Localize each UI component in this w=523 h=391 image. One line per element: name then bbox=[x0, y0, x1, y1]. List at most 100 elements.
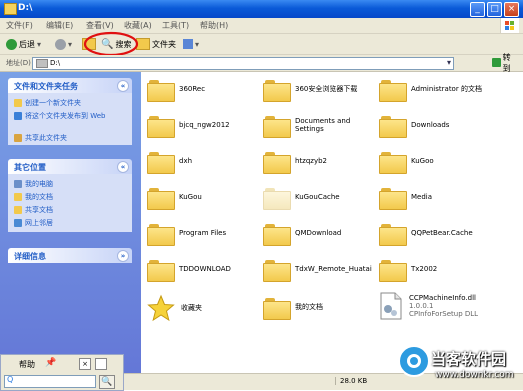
windows-logo-icon bbox=[500, 18, 519, 33]
file-tasks-panel: 创建一个新文件夹 将这个文件夹发布到 Web 共享此文件夹 bbox=[8, 93, 132, 145]
file-item[interactable]: 360安全浏览器下载 bbox=[263, 78, 357, 102]
address-bar: 地址(D) D:\ ▾ 转到 bbox=[0, 53, 523, 73]
help-search-input[interactable]: Q bbox=[4, 375, 96, 388]
place-my-computer[interactable]: 我的电脑 bbox=[14, 180, 53, 188]
dll-file-icon bbox=[380, 292, 402, 320]
go-button[interactable]: 转到 bbox=[492, 53, 518, 73]
file-item[interactable]: 收藏夹 bbox=[147, 294, 202, 322]
close-icon[interactable]: × bbox=[79, 358, 91, 370]
toolbar: 后退 ▾ ▾ 🔍 搜索 文件夹 ▾ bbox=[0, 31, 523, 57]
menu-tools[interactable]: 工具(T) bbox=[162, 20, 189, 31]
place-network[interactable]: 网上邻居 bbox=[14, 219, 53, 227]
file-item[interactable]: Documents and Settings bbox=[263, 114, 355, 138]
other-places-header[interactable]: 其它位置 « bbox=[8, 159, 132, 174]
folder-icon bbox=[379, 150, 407, 174]
help-window: 帮助 📌 × Q 🔍 bbox=[0, 354, 124, 391]
folder-icon bbox=[263, 296, 291, 320]
file-item[interactable]: Program Files bbox=[147, 222, 226, 246]
file-item[interactable]: htzqzyb2 bbox=[263, 150, 327, 174]
back-arrow-icon bbox=[6, 38, 17, 50]
task-share-folder[interactable]: 共享此文件夹 bbox=[14, 134, 67, 142]
back-button[interactable]: 后退 ▾ bbox=[6, 37, 41, 51]
place-my-documents[interactable]: 我的文档 bbox=[14, 193, 53, 201]
file-item[interactable]: 360Rec bbox=[147, 78, 205, 102]
folder-icon bbox=[379, 222, 407, 246]
file-item[interactable]: Downloads bbox=[379, 114, 449, 138]
folder-icon bbox=[147, 150, 175, 174]
file-item[interactable]: dxh bbox=[147, 150, 192, 174]
new-folder-icon bbox=[14, 99, 22, 107]
address-input[interactable]: D:\ ▾ bbox=[32, 57, 454, 70]
collapse-icon[interactable]: « bbox=[117, 80, 129, 92]
file-item[interactable]: Media bbox=[379, 186, 432, 210]
shared-folder-icon bbox=[14, 206, 22, 214]
red-circle-annotation bbox=[83, 31, 139, 57]
task-new-folder[interactable]: 创建一个新文件夹 bbox=[14, 99, 81, 107]
folder-icon bbox=[379, 186, 407, 210]
expand-icon[interactable]: » bbox=[117, 250, 129, 262]
place-shared-documents[interactable]: 共享文档 bbox=[14, 206, 53, 214]
folder-icon bbox=[263, 150, 291, 174]
watermark-brand: 当客软件园 bbox=[431, 350, 507, 368]
file-tasks-header[interactable]: 文件和文件夹任务 « bbox=[8, 78, 132, 93]
forward-arrow-icon bbox=[55, 38, 66, 50]
menu-edit[interactable]: 编辑(E) bbox=[46, 20, 73, 31]
folder-icon bbox=[379, 258, 407, 282]
title-bar: D:\ _ □ × bbox=[0, 0, 523, 18]
file-item[interactable]: TdxW_Remote_Huatai bbox=[263, 258, 372, 282]
file-item[interactable]: KuGoo bbox=[379, 150, 434, 174]
folder-icon bbox=[147, 258, 175, 282]
menu-bar: 文件(F) 编辑(E) 查看(V) 收藏(A) 工具(T) 帮助(H) bbox=[0, 18, 523, 34]
window-title: D:\ bbox=[18, 3, 33, 13]
maximize-button[interactable]: □ bbox=[487, 2, 502, 17]
network-icon bbox=[14, 219, 22, 227]
other-places-panel: 我的电脑 我的文档 共享文档 网上邻居 bbox=[8, 174, 132, 232]
file-item[interactable]: QQPetBear.Cache bbox=[379, 222, 473, 246]
file-list: 360Rec 360安全浏览器下载 Administrator 的文档 bjcq… bbox=[141, 72, 523, 373]
task-pane: 文件和文件夹任务 « 创建一个新文件夹 将这个文件夹发布到 Web 共享此文件夹… bbox=[0, 72, 141, 389]
drive-icon bbox=[36, 59, 48, 68]
computer-icon bbox=[14, 180, 22, 188]
views-button[interactable]: ▾ bbox=[183, 37, 199, 51]
folder-icon bbox=[379, 114, 407, 138]
menu-file[interactable]: 文件(F) bbox=[6, 20, 33, 31]
minimize-icon[interactable] bbox=[95, 358, 107, 370]
file-item[interactable]: TDDOWNLOAD bbox=[147, 258, 231, 282]
pin-icon[interactable]: 📌 bbox=[45, 358, 56, 369]
menu-help[interactable]: 帮助(H) bbox=[200, 20, 228, 31]
folder-icon bbox=[4, 3, 17, 15]
folder-icon bbox=[147, 78, 175, 102]
search-button[interactable]: 🔍 bbox=[99, 375, 115, 389]
file-item[interactable]: bjcq_ngw2012 bbox=[147, 114, 230, 138]
file-item[interactable]: KuGou bbox=[147, 186, 202, 210]
folder-icon bbox=[263, 78, 291, 102]
watermark-url: www.downkr.com bbox=[435, 370, 514, 380]
share-icon bbox=[14, 134, 22, 142]
documents-icon bbox=[14, 193, 22, 201]
go-arrow-icon bbox=[492, 58, 501, 67]
dropdown-arrow-icon[interactable]: ▾ bbox=[447, 58, 451, 67]
minimize-button[interactable]: _ bbox=[470, 2, 485, 17]
folder-icon bbox=[263, 258, 291, 282]
file-item[interactable]: QMDownload bbox=[263, 222, 341, 246]
task-publish-web[interactable]: 将这个文件夹发布到 Web bbox=[14, 112, 124, 120]
watermark: 当客软件园 www.downkr.com bbox=[395, 338, 523, 389]
folders-button[interactable]: 文件夹 bbox=[136, 37, 176, 51]
menu-view[interactable]: 查看(V) bbox=[86, 20, 114, 31]
folder-icon bbox=[147, 114, 175, 138]
forward-button[interactable]: ▾ bbox=[55, 37, 72, 51]
logo-icon bbox=[398, 345, 430, 377]
file-item[interactable]: CCPMachineInfo.dll 1.0.0.1 CPInfoForSetu… bbox=[379, 292, 478, 320]
address-label: 地址(D) bbox=[6, 59, 31, 67]
collapse-icon[interactable]: « bbox=[117, 161, 129, 173]
views-icon bbox=[183, 39, 193, 49]
status-size: 28.0 KB bbox=[335, 377, 380, 385]
file-item[interactable]: Tx2002 bbox=[379, 258, 437, 282]
folder-icon bbox=[147, 222, 175, 246]
file-item[interactable]: 我的文档 bbox=[263, 296, 323, 320]
details-header[interactable]: 详细信息 » bbox=[8, 248, 132, 263]
file-item[interactable]: KuGouCache bbox=[263, 186, 340, 210]
menu-favorites[interactable]: 收藏(A) bbox=[124, 20, 152, 31]
file-item[interactable]: Administrator 的文档 bbox=[379, 78, 509, 102]
close-button[interactable]: × bbox=[504, 2, 519, 17]
